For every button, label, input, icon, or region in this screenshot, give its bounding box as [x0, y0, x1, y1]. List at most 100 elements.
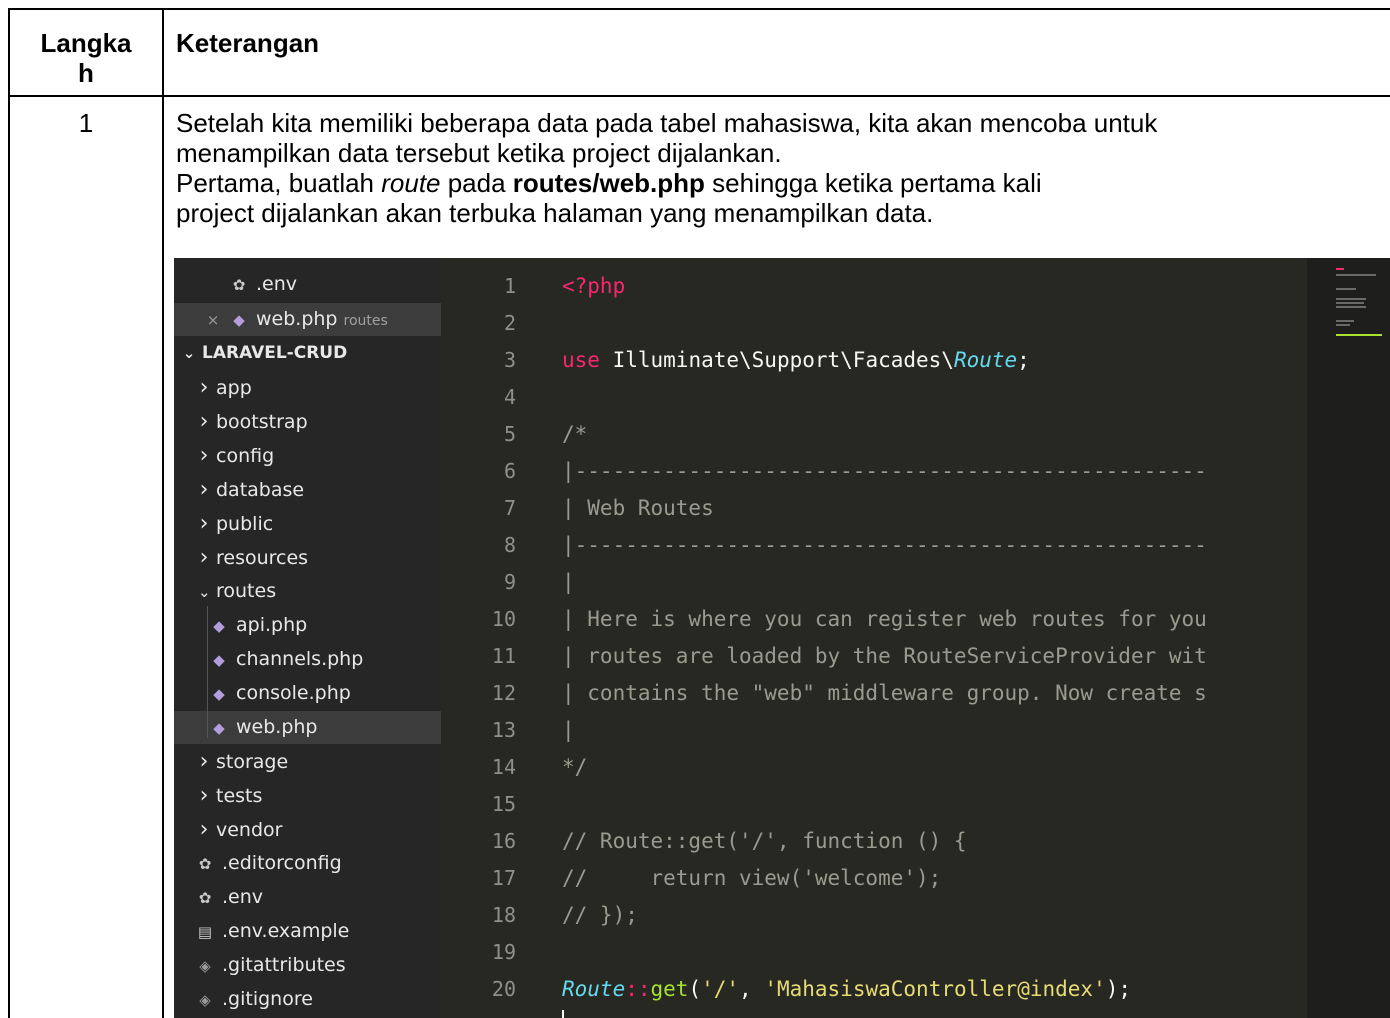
- open-file-folder: routes: [343, 313, 388, 329]
- php-icon: ◆: [213, 719, 225, 737]
- tree-item-label: config: [216, 445, 275, 467]
- tree-item-label: api.php: [236, 614, 308, 636]
- editor-screenshot: ✿ .env × ◆ web.php routes ⌄ LARAVEL-CRUD › app…: [174, 258, 1390, 1018]
- open-file-label: .env: [256, 273, 298, 295]
- chevron-right-icon: ›: [199, 409, 209, 434]
- header-step-line2: h: [78, 58, 94, 88]
- tree-item-channels-php[interactable]: ◆ channels.php: [174, 643, 441, 676]
- gear-icon: ✿: [232, 276, 246, 294]
- line-number: 17: [491, 866, 516, 890]
- code-line-11: | routes are loaded by the RouteServiceP…: [562, 644, 1207, 668]
- tree-item-gitattributes[interactable]: ◈ .gitattributes: [174, 949, 441, 982]
- chevron-right-icon: ›: [199, 749, 209, 774]
- tree-item-label: routes: [216, 580, 277, 602]
- tree-item-config[interactable]: › config: [174, 439, 441, 472]
- tree-item-gitignore[interactable]: ◈ .gitignore: [174, 983, 441, 1016]
- php-icon: ◆: [213, 651, 225, 669]
- open-file-web-php[interactable]: × ◆ web.php routes: [174, 303, 441, 336]
- line-number: 14: [491, 755, 516, 779]
- tree-item-label: web.php: [236, 716, 318, 738]
- string: '/': [701, 977, 740, 1001]
- line-number: 6: [503, 459, 516, 483]
- open-file-env[interactable]: ✿ .env: [174, 268, 441, 301]
- minimap-line: [1336, 324, 1350, 326]
- tree-item-api-php[interactable]: ◆ api.php: [174, 609, 441, 642]
- line-number-gutter: 1 2 3 4 5 6 7 8 9 10 11 12 13 14 15 16 17 18 19 20: [441, 258, 526, 1018]
- tree-item-editorconfig[interactable]: ✿ .editorconfig: [174, 847, 441, 880]
- header-step-line1: Langka: [40, 28, 132, 58]
- line-number: 4: [503, 385, 516, 409]
- tree-item-database[interactable]: › database: [174, 473, 441, 506]
- code-line-3: use Illuminate\Support\Facades\Route;: [562, 342, 1030, 379]
- tree-item-routes[interactable]: ⌄ routes: [174, 575, 441, 608]
- tree-item-label: public: [216, 513, 274, 535]
- code-line-14: */: [562, 755, 588, 779]
- tree-item-env[interactable]: ✿ .env: [174, 881, 441, 914]
- minimap-line: [1336, 334, 1382, 336]
- line-number: 5: [503, 422, 516, 446]
- tree-item-tests[interactable]: › tests: [174, 779, 441, 812]
- text-cursor: [562, 1010, 564, 1018]
- paren: (: [688, 977, 702, 1001]
- tree-item-console-php[interactable]: ◆ console.php: [174, 677, 441, 710]
- namespace: Illuminate\Support\Facades\: [599, 348, 954, 372]
- open-file-label: web.php: [256, 308, 338, 330]
- git-icon: ◈: [199, 957, 211, 975]
- code-line-7: | Web Routes: [562, 496, 714, 520]
- gear-icon: ✿: [198, 855, 212, 873]
- php-open-tag: <?php: [562, 274, 626, 298]
- minimap-line: [1336, 288, 1356, 290]
- tree-item-vendor[interactable]: › vendor: [174, 813, 441, 846]
- chevron-down-icon: ⌄: [182, 344, 196, 362]
- tree-item-web-php[interactable]: ◆ web.php: [174, 711, 441, 744]
- code-line-10: | Here is where you can register web rou…: [562, 607, 1207, 631]
- tree-item-env-example[interactable]: ▤ .env.example: [174, 915, 441, 948]
- close-icon[interactable]: ×: [204, 304, 222, 337]
- semicolon: ;: [1017, 348, 1030, 372]
- code-line-9: |: [562, 570, 575, 594]
- line-number: 12: [491, 681, 516, 705]
- vertical-scrollbar[interactable]: [1307, 258, 1332, 1018]
- tree-item-label: console.php: [236, 682, 351, 704]
- file-sidebar: ✿ .env × ◆ web.php routes ⌄ LARAVEL-CRUD › app…: [174, 258, 441, 1018]
- indent-guide: [207, 606, 208, 738]
- header-description: Keterangan: [176, 28, 320, 58]
- tree-item-label: channels.php: [236, 648, 364, 670]
- paragraph-line: menampilkan data tersebut ketika project…: [176, 138, 782, 168]
- tree-item-public[interactable]: › public: [174, 507, 441, 540]
- tree-item-storage[interactable]: › storage: [174, 745, 441, 778]
- tree-item-label: database: [216, 479, 305, 501]
- chevron-right-icon: ›: [199, 375, 209, 400]
- tree-item-app[interactable]: › app: [174, 371, 441, 404]
- line-number: 1: [503, 274, 516, 298]
- minimap-line: [1336, 302, 1364, 304]
- gear-icon: ✿: [198, 889, 212, 907]
- class-name: Route: [953, 348, 1018, 372]
- line-number: 8: [503, 533, 516, 557]
- tree-item-resources[interactable]: › resources: [174, 541, 441, 574]
- line-number: 13: [491, 718, 516, 742]
- code-line-20: Route::get('/', 'MahasiswaController@ind…: [562, 971, 1131, 1008]
- tree-item-label: app: [216, 377, 252, 399]
- paragraph-line: Pertama, buatlah route pada routes/web.p…: [176, 168, 1042, 198]
- code-line-16: // Route::get('/', function () {: [562, 829, 967, 853]
- code-line-6: |---------------------------------------…: [562, 459, 1207, 483]
- minimap[interactable]: [1332, 258, 1390, 1018]
- code-line-17: // return view('welcome');: [562, 866, 942, 890]
- code-area[interactable]: <?php use Illuminate\Support\Facades\Rou…: [562, 258, 1307, 1018]
- line-number: 7: [503, 496, 516, 520]
- minimap-line: [1336, 306, 1366, 308]
- file-icon: ▤: [197, 923, 213, 941]
- tree-item-label: bootstrap: [216, 411, 308, 433]
- table-column-divider: [162, 8, 164, 1018]
- method-name: get: [650, 977, 689, 1001]
- tree-item-label: tests: [216, 785, 263, 807]
- project-name: LARAVEL-CRUD: [202, 343, 348, 363]
- line-number: 18: [491, 903, 516, 927]
- php-icon: ◆: [213, 685, 225, 703]
- php-icon: ◆: [233, 311, 245, 329]
- project-header[interactable]: ⌄ LARAVEL-CRUD: [174, 337, 441, 370]
- tree-item-bootstrap[interactable]: › bootstrap: [174, 405, 441, 438]
- tree-item-label: resources: [216, 547, 309, 569]
- minimap-line: [1336, 298, 1366, 300]
